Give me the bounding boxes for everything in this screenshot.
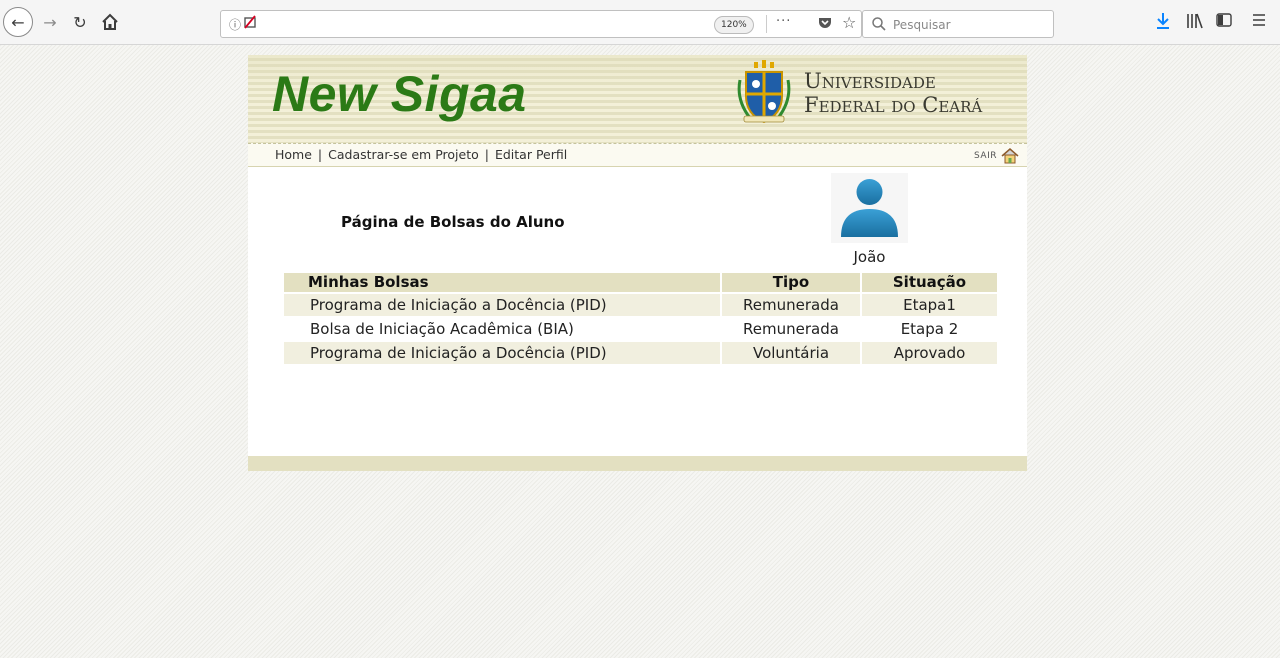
university-crest-icon [737,60,791,124]
table-row[interactable]: Bolsa de Iniciação Acadêmica (BIA) Remun… [284,318,997,340]
table-row[interactable]: Programa de Iniciação a Docência (PID) V… [284,342,997,364]
search-input[interactable] [891,15,1045,35]
cell-type: Voluntária [722,342,860,364]
cell-scholarship: Bolsa de Iniciação Acadêmica (BIA) [310,320,574,338]
info-icon[interactable]: ⓘ [229,16,241,33]
url-bar[interactable]: ⓘ 120% ··· ☆ [220,10,862,38]
cell-type: Remunerada [743,320,839,338]
page-actions-button[interactable]: ··· [776,14,791,29]
home-icon [102,13,118,30]
download-icon[interactable] [1156,12,1170,30]
table-header: Minhas Bolsas Tipo Situação [284,273,997,292]
cell-scholarship: Programa de Iniciação a Docência (PID) [284,294,720,316]
sidebar-icon[interactable] [1216,13,1232,27]
university-name: Universidade Federal do Ceará [804,69,982,117]
cell-scholarship: Programa de Iniciação a Docência (PID) [284,342,720,364]
university-name-line1: Universidade [804,69,936,93]
page-container: New Sigaa Universidade Federal do Ceará … [248,55,1027,471]
nav-bar: Home | Cadastrar-se em Projeto | Editar Perf… [248,143,1027,167]
site-header: New Sigaa Universidade Federal do Ceará [248,55,1027,143]
reload-button[interactable]: ↻ [68,7,92,37]
back-button[interactable]: ← [3,7,33,37]
pocket-icon[interactable] [818,17,832,29]
browser-toolbar: ← → ↻ ⓘ 120% ··· ☆ [0,0,1280,45]
home-button[interactable] [98,7,122,37]
logout-button[interactable]: SAIR [974,147,1019,164]
table-row[interactable]: Programa de Iniciação a Docência (PID) R… [284,294,997,316]
university-name-line2: Federal do Ceará [804,93,983,117]
search-icon [872,17,886,31]
url-divider [766,15,767,33]
forward-button[interactable]: → [38,7,62,37]
col-header-type: Tipo [722,273,860,292]
col-header-scholarships: Minhas Bolsas [284,273,720,292]
cell-status: Aprovado [862,342,997,364]
page-footer-bar [248,456,1027,471]
nav-links: Home | Cadastrar-se em Projeto | Editar Perf… [275,147,567,162]
bookmark-star-icon[interactable]: ☆ [842,13,856,32]
nav-home-link[interactable]: Home [275,147,312,162]
nav-separator: | [317,147,323,162]
col-header-status: Situação [862,273,997,292]
arrow-right-icon: → [43,12,57,32]
site-logo[interactable]: New Sigaa [272,65,527,123]
reload-icon: ↻ [73,12,87,32]
cell-status: Etapa 2 [900,320,959,338]
cell-type: Remunerada [722,294,860,316]
cell-status: Etapa1 [862,294,997,316]
hamburger-menu-icon[interactable] [1252,13,1266,27]
nav-edit-profile-link[interactable]: Editar Perfil [495,147,567,162]
blocked-media-icon[interactable] [244,15,256,29]
nav-register-project-link[interactable]: Cadastrar-se em Projeto [328,147,479,162]
zoom-level-badge[interactable]: 120% [714,16,754,34]
user-avatar-icon [831,173,908,243]
search-bar[interactable] [862,10,1054,38]
house-icon [1001,148,1019,164]
user-name: João [853,248,886,266]
page-title: Página de Bolsas do Aluno [341,213,565,231]
library-icon[interactable] [1186,12,1204,30]
logout-label: SAIR [974,150,997,161]
arrow-left-icon: ← [11,12,25,32]
nav-separator: | [484,147,489,162]
